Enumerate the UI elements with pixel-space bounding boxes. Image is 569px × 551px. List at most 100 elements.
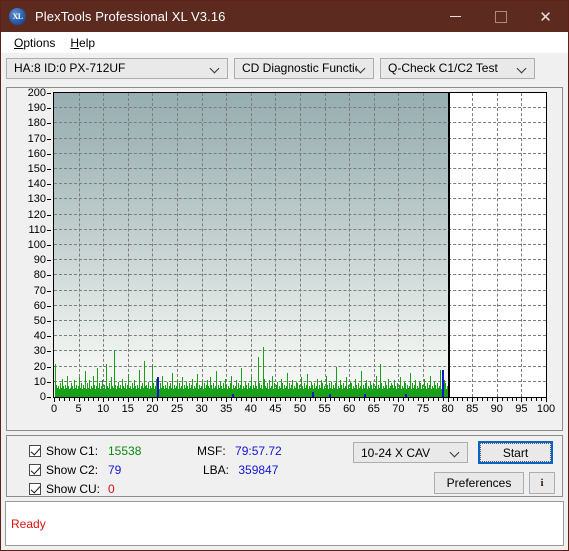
x-tick-label: 60 — [343, 403, 356, 415]
y-tick-label: 170 — [27, 132, 46, 145]
menu-item-help-label: elp — [79, 35, 96, 50]
menu-item-help[interactable]: Help — [63, 34, 103, 52]
y-tick-label: 40 — [33, 330, 46, 343]
y-tick-label: 70 — [33, 284, 46, 297]
y-tick-label: 90 — [33, 254, 46, 267]
app-window: XL PlexTools Professional XL V3.16 ✕ Opt… — [0, 0, 569, 551]
show-cu-checkbox[interactable] — [29, 483, 41, 495]
close-icon[interactable]: ✕ — [523, 1, 568, 32]
y-tick-label: 140 — [27, 178, 46, 191]
y-tick-label: 80 — [33, 269, 46, 282]
info-icon: i — [540, 477, 544, 489]
show-c1-label: Show C1: — [46, 444, 99, 458]
y-tick-label: 110 — [28, 223, 46, 236]
lba-value: 359847 — [238, 463, 279, 477]
menu-bar: Options Help — [1, 32, 568, 53]
y-tick-label: 200 — [27, 87, 46, 99]
disc-end-marker — [447, 93, 450, 397]
x-tick-label: 75 — [416, 403, 430, 415]
function-select-label: CD Diagnostic Functions — [242, 61, 357, 75]
x-tick-label: 30 — [195, 403, 208, 415]
y-tick-label: 160 — [27, 147, 46, 160]
x-tick-label: 95 — [515, 403, 528, 415]
start-button[interactable]: Start — [478, 441, 553, 464]
y-axis: 0 10 20 30 40 50 60 70 80 90 100 110 120 130 140 150 160… — [7, 87, 51, 403]
x-tick-label: 65 — [367, 403, 380, 415]
x-tick-label: 0 — [50, 403, 58, 415]
lba-label: LBA: — [203, 463, 230, 477]
chevron-down-icon — [211, 64, 220, 73]
show-c2-label: Show C2: — [46, 463, 99, 477]
msf-value: 79:57.72 — [235, 444, 282, 458]
y-tick-label: 20 — [33, 360, 46, 373]
test-select[interactable]: Q-Check C1/C2 Test — [380, 57, 535, 79]
show-c1-checkbox[interactable] — [29, 445, 41, 457]
msf-label: MSF: — [197, 444, 226, 458]
y-tick-label: 150 — [27, 163, 46, 175]
drive-select-label: HA:8 ID:0 PX-712UF — [14, 61, 126, 75]
y-tick-label: 30 — [33, 345, 46, 358]
x-tick-label: 90 — [490, 403, 503, 415]
info-button[interactable]: i — [529, 472, 555, 494]
preferences-button[interactable]: Preferences — [434, 472, 524, 494]
window-controls: ✕ — [433, 1, 568, 32]
graph-panel: 0 10 20 30 40 50 60 70 80 90 100 110 120 130 140 150 160… — [6, 87, 563, 431]
y-tick-label: 50 — [33, 315, 46, 327]
show-c1-row[interactable]: Show C1: 15538 — [29, 444, 141, 458]
status-text: Ready — [11, 516, 46, 531]
app-logo-icon: XL — [9, 8, 26, 25]
chevron-down-icon — [451, 448, 460, 457]
window-title: PlexTools Professional XL V3.16 — [35, 9, 226, 24]
cu-value: 0 — [108, 482, 115, 496]
plot-canvas — [53, 92, 547, 398]
show-cu-row[interactable]: Show CU: 0 — [29, 482, 115, 496]
start-button-label: Start — [502, 445, 529, 460]
y-tick-label: 100 — [27, 239, 46, 251]
y-tick-label: 120 — [27, 208, 46, 221]
x-tick-label: 20 — [146, 403, 159, 415]
status-bar: Ready — [5, 501, 564, 546]
minimize-icon[interactable] — [433, 1, 478, 32]
x-tick-label: 100 — [536, 403, 556, 415]
x-tick-label: 85 — [466, 403, 479, 415]
show-c2-checkbox[interactable] — [29, 464, 41, 476]
error-bars — [54, 93, 546, 397]
show-c2-row[interactable]: Show C2: 79 — [29, 463, 121, 477]
plot-area — [53, 92, 547, 398]
drive-select[interactable]: HA:8 ID:0 PX-712UF — [6, 57, 228, 79]
speed-select-label: 10-24 X CAV — [361, 445, 431, 460]
function-select[interactable]: CD Diagnostic Functions — [234, 57, 374, 79]
chevron-down-icon — [357, 64, 366, 73]
x-tick-label: 10 — [97, 403, 110, 415]
y-tick-label: 10 — [33, 375, 46, 388]
toolbar: HA:8 ID:0 PX-712UF CD Diagnostic Functio… — [1, 53, 568, 83]
controls-panel: Show C1: 15538 Show C2: 79 Show CU: 0 MS… — [6, 435, 563, 497]
x-tick-label: 40 — [244, 403, 257, 415]
c1-value: 15538 — [108, 444, 142, 458]
maximize-icon[interactable] — [478, 1, 523, 32]
show-cu-label: Show CU: — [46, 482, 101, 496]
y-tick-label: 190 — [27, 102, 46, 115]
chevron-down-icon — [518, 64, 527, 73]
msf-row: MSF: 79:57.72 — [197, 444, 282, 458]
x-tick-label: 55 — [318, 403, 331, 415]
x-tick-label: 15 — [121, 403, 134, 415]
test-select-label: Q-Check C1/C2 Test — [388, 61, 498, 75]
x-tick-label: 5 — [75, 403, 82, 415]
menu-item-options[interactable]: Options — [7, 34, 63, 52]
y-tick-label: 60 — [33, 299, 46, 312]
x-tick-label: 80 — [441, 403, 454, 415]
x-axis: 0 5 10 15 20 25 30 35 40 45 50 55 60 65 70 75 80 85 90 95 10… — [50, 401, 555, 421]
y-tick-label: 0 — [39, 391, 46, 403]
y-tick-label: 130 — [27, 193, 46, 206]
menu-item-options-label: ptions — [23, 35, 56, 50]
x-tick-label: 50 — [293, 403, 307, 415]
x-tick-label: 45 — [269, 403, 282, 415]
preferences-button-label: Preferences — [446, 476, 512, 490]
x-tick-label: 70 — [392, 403, 405, 415]
x-tick-label: 35 — [220, 403, 233, 415]
x-tick-label: 25 — [170, 403, 184, 415]
speed-select[interactable]: 10-24 X CAV — [353, 442, 468, 463]
c2-value: 79 — [108, 463, 122, 477]
y-tick-label: 180 — [27, 117, 46, 130]
